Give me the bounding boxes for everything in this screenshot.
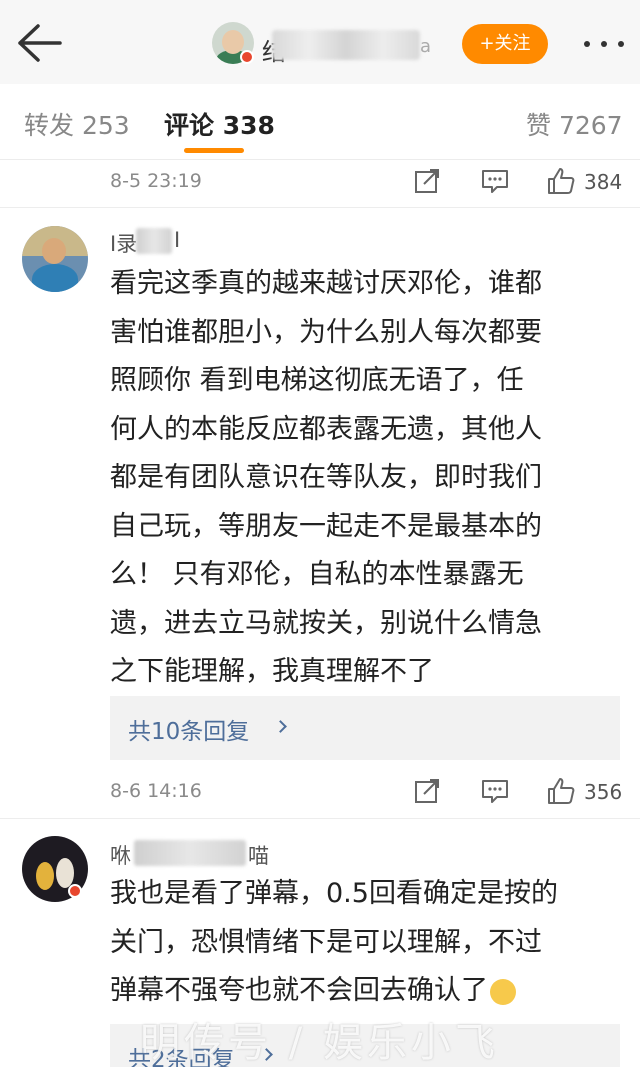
commenter-name-end: I [174, 228, 181, 252]
comment-icon[interactable] [480, 166, 510, 196]
verified-badge [68, 884, 82, 898]
replies-button[interactable]: 共10条回复 [110, 696, 620, 760]
tab-likes[interactable]: 赞 7267 [526, 106, 623, 142]
tab-reposts[interactable]: 转发 253 [24, 106, 130, 142]
watermark-text: 明传号 / 娱乐小飞 [140, 1020, 499, 1066]
commenter-name-end: 喵 [248, 844, 269, 868]
like-count: 384 [584, 170, 623, 194]
arrow-left-icon[interactable] [14, 20, 66, 66]
blurred-author-name [272, 30, 420, 60]
chevron-right-icon [274, 720, 287, 733]
follow-button[interactable]: +关注 [462, 24, 548, 64]
more-horizontal-icon[interactable] [580, 28, 628, 58]
blurred-commenter-name [136, 228, 172, 254]
comment-action-row: 8-5 23:19 384 [0, 160, 640, 210]
top-bar: 结 a +关注 [0, 0, 640, 84]
like-count: 356 [584, 780, 623, 804]
blurred-commenter-name [134, 840, 246, 866]
comment-time: 8-5 23:19 [110, 170, 202, 192]
active-tab-indicator [184, 148, 244, 153]
tab-bar: 转发 253 评论 338 赞 7267 [0, 84, 640, 160]
tab-comments[interactable]: 评论 338 [164, 106, 275, 142]
comment-text: 我也是看了弹幕，0.5回看确定是按的 关门，恐惧情绪下是可以理解，不过 弹幕不强… [110, 878, 558, 1006]
comment-action-row: 8-6 14:16 356 [0, 770, 640, 820]
comment-time: 8-6 14:16 [110, 780, 202, 802]
author-name-suffix: a [420, 36, 432, 57]
thumbs-up-icon[interactable] [546, 776, 576, 806]
divider [0, 207, 640, 208]
divider [0, 818, 640, 819]
verified-badge [240, 50, 254, 64]
comment-icon[interactable] [480, 776, 510, 806]
comment-text: 看完这季真的越来越讨厌邓伦，谁都 害怕谁都胆小，为什么别人每次都要 照顾你 看到… [110, 268, 542, 687]
repost-icon[interactable] [412, 776, 442, 806]
commenter-avatar[interactable] [22, 226, 88, 292]
blush-emoji [490, 978, 516, 1005]
commenter-name-start[interactable]: I录 [110, 228, 137, 258]
thumbs-up-icon[interactable] [546, 166, 576, 196]
repost-icon[interactable] [412, 166, 442, 196]
commenter-name-start[interactable]: 咻 [110, 840, 131, 870]
replies-label: 共10条回复 [128, 719, 250, 745]
